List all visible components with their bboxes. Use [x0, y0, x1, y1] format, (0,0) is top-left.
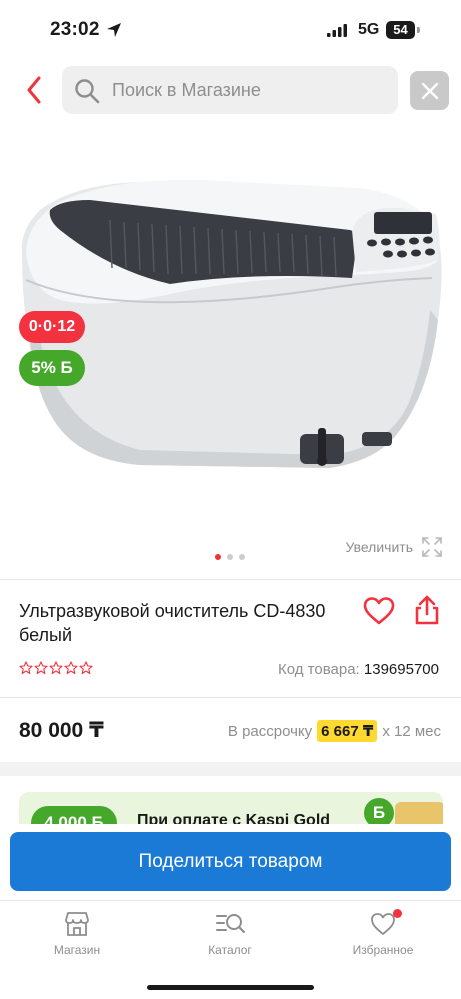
installment-term: х 12 мес [382, 722, 441, 740]
product-title: Ультразвуковой очиститель CD-4830 белый [19, 601, 326, 645]
notification-dot [393, 909, 402, 918]
location-arrow-icon [107, 23, 121, 37]
tab-favorites[interactable]: Избранное [323, 909, 443, 957]
bonus-promo-badge: 5% Б [19, 350, 85, 386]
heart-icon [363, 597, 395, 625]
installment-label: В рассрочку [227, 722, 313, 740]
expand-icon [422, 537, 442, 557]
installment-promo-badge: 0·0·12 [19, 311, 85, 343]
installment-info: В рассрочку 6 667 ₸ х 12 мес [228, 720, 441, 742]
close-icon [421, 82, 438, 99]
battery-icon: 54 [386, 21, 420, 39]
rating-stars[interactable] [19, 661, 93, 675]
back-button[interactable] [18, 70, 50, 110]
gold-bonus-amount: 4 000 Б [31, 806, 117, 824]
product-price: 80 000 ₸ [19, 719, 104, 742]
pager-dot [227, 554, 233, 560]
network-type: 5G [358, 21, 380, 38]
gallery-pager [215, 554, 245, 560]
chevron-left-icon [27, 76, 41, 104]
pager-dot [239, 554, 245, 560]
product-code-label: Код товара: [278, 661, 360, 678]
divider [0, 697, 461, 698]
add-to-favorites-button[interactable] [362, 596, 396, 626]
battery-cap [417, 27, 420, 33]
star-icon [64, 661, 78, 675]
share-product-button[interactable]: Поделиться товаром [10, 832, 451, 891]
home-indicator [147, 985, 314, 990]
installment-amount: 6 667 ₸ [317, 720, 378, 742]
pager-dot-active [215, 554, 221, 560]
tab-catalog-label: Каталог [208, 943, 252, 957]
product-code-value: 139695700 [363, 661, 439, 678]
tab-catalog[interactable]: Каталог [170, 911, 290, 957]
share-icon [415, 595, 439, 625]
tab-store-label: Магазин [53, 943, 101, 957]
catalog-search-icon [216, 914, 246, 934]
close-button[interactable] [410, 71, 449, 110]
search-input[interactable]: Поиск в Магазине [62, 66, 398, 114]
section-spacer [0, 762, 461, 776]
search-placeholder: Поиск в Магазине [112, 80, 261, 100]
gold-banner-text: При оплате с Kaspi Gold [137, 812, 331, 824]
zoom-label: Увеличить [345, 539, 413, 555]
share-icon-button[interactable] [412, 594, 442, 626]
star-icon [19, 661, 33, 675]
star-icon [49, 661, 63, 675]
battery-level: 54 [386, 21, 415, 39]
product-code: Код товара: 139695700 [278, 661, 439, 678]
bonus-coin-icon: Б [364, 798, 394, 824]
tab-store[interactable]: Магазин [17, 911, 137, 957]
search-icon [75, 79, 100, 104]
star-icon [34, 661, 48, 675]
store-icon [65, 912, 89, 936]
status-bar: 23:02 5G 54 [0, 0, 461, 60]
kaspi-gold-banner[interactable]: 4 000 Б При оплате с Kaspi Gold Б [19, 792, 443, 824]
tab-favorites-label: Избранное [352, 943, 414, 957]
divider [0, 579, 461, 580]
star-icon [79, 661, 93, 675]
zoom-button[interactable]: Увеличить [345, 536, 443, 558]
status-time: 23:02 [50, 19, 100, 40]
card-icon [395, 802, 443, 824]
signal-icon [327, 24, 347, 37]
